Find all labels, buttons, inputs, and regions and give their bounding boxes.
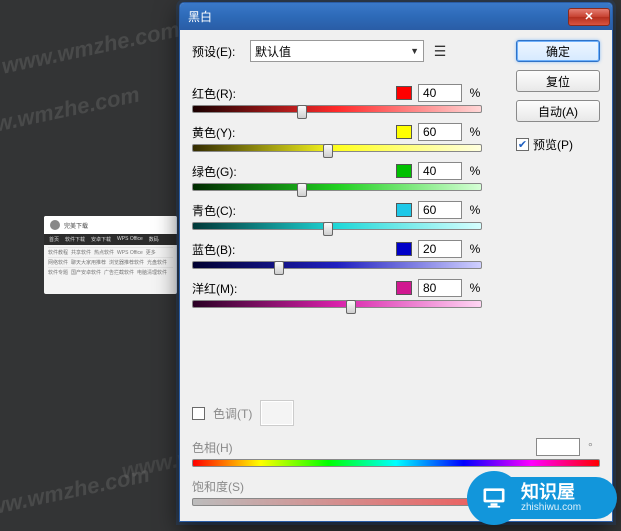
color-row-yellow: 黄色(Y):%: [192, 123, 482, 152]
badge-en: zhishiwu.com: [521, 501, 617, 514]
color-row-magenta: 洋红(M):%: [192, 279, 482, 308]
color-input-cyan[interactable]: [418, 201, 462, 219]
color-label-magenta: 洋红(M):: [192, 280, 390, 297]
color-slider-cyan[interactable]: [192, 222, 482, 230]
hue-input[interactable]: [536, 438, 580, 456]
percent-sign: %: [468, 86, 482, 100]
color-slider-blue[interactable]: [192, 261, 482, 269]
color-row-cyan: 青色(C):%: [192, 201, 482, 230]
percent-sign: %: [468, 164, 482, 178]
color-input-red[interactable]: [418, 84, 462, 102]
site-tab: 数码: [148, 236, 160, 243]
preset-select[interactable]: 默认值 ▼: [250, 40, 424, 62]
ok-button[interactable]: 确定: [516, 40, 600, 62]
slider-thumb-yellow[interactable]: [323, 144, 333, 158]
hue-slider[interactable]: [192, 459, 600, 467]
preview-checkbox[interactable]: ✔: [516, 138, 529, 151]
color-input-magenta[interactable]: [418, 279, 462, 297]
tint-checkbox[interactable]: ✔: [192, 407, 205, 420]
site-title: 完美下载: [64, 221, 88, 230]
percent-sign: %: [468, 203, 482, 217]
monitor-icon: ?: [479, 484, 509, 512]
percent-sign: %: [468, 125, 482, 139]
site-logo-icon: [50, 220, 60, 230]
dialog-title: 黑白: [188, 8, 212, 25]
color-label-green: 绿色(G):: [192, 163, 390, 180]
color-swatch-red: [396, 86, 412, 100]
site-row: 软件专题国产安卓软件广告拦截软件电脑清理软件: [48, 267, 173, 277]
color-swatch-green: [396, 164, 412, 178]
color-input-green[interactable]: [418, 162, 462, 180]
color-label-yellow: 黄色(Y):: [192, 124, 390, 141]
close-icon: ✕: [584, 10, 593, 23]
slider-thumb-green[interactable]: [297, 183, 307, 197]
black-white-dialog: 黑白 ✕ 预设(E): 默认值 ▼ ☰ 确定 复位 自动(A): [179, 2, 613, 522]
color-swatch-blue: [396, 242, 412, 256]
site-tab: 安卓下载: [90, 236, 112, 243]
percent-sign: %: [468, 281, 482, 295]
tint-color-swatch[interactable]: [260, 400, 294, 426]
color-label-cyan: 青色(C):: [192, 202, 390, 219]
color-swatch-magenta: [396, 281, 412, 295]
app-canvas: www.wmzhe.com www.wmzhe.com www.wmzhe.co…: [0, 0, 621, 531]
color-slider-magenta[interactable]: [192, 300, 482, 308]
site-row: 软件教程共享软件热点软件WPS Office更多: [48, 247, 173, 257]
watermark: www.wmzhe.com: [0, 16, 182, 79]
color-label-red: 红色(R):: [192, 85, 390, 102]
slider-thumb-red[interactable]: [297, 105, 307, 119]
preset-options-button[interactable]: ☰: [430, 41, 450, 61]
tint-label: 色调(T): [213, 405, 252, 422]
preset-label: 预设(E):: [192, 43, 244, 60]
titlebar[interactable]: 黑白 ✕: [180, 3, 612, 30]
site-tab: WPS Office: [116, 236, 144, 243]
watermark: www.wmzhe.com: [0, 461, 152, 524]
chevron-down-icon: ▼: [410, 46, 419, 56]
zhishiwu-badge: 知识屋 zhishiwu.com ?: [467, 467, 617, 527]
color-row-blue: 蓝色(B):%: [192, 240, 482, 269]
color-slider-red[interactable]: [192, 105, 482, 113]
site-tab: 软件下载: [64, 236, 86, 243]
hue-label: 色相(H): [192, 439, 528, 456]
color-swatch-cyan: [396, 203, 412, 217]
site-row: 网络软件聊天大家用推荐浏览器推荐软件光盘软件: [48, 257, 173, 267]
badge-cn: 知识屋: [521, 483, 617, 501]
dialog-body: 预设(E): 默认值 ▼ ☰ 确定 复位 自动(A) ✔ 预览(P): [180, 30, 612, 521]
site-tabs: 首页 软件下载 安卓下载 WPS Office 数码: [44, 234, 177, 245]
background-webpage: 完美下载 首页 软件下载 安卓下载 WPS Office 数码 软件教程共享软件…: [44, 216, 177, 294]
watermark: www.wmzhe.com: [0, 81, 142, 144]
color-sliders: 红色(R):%黄色(Y):%绿色(G):%青色(C):%蓝色(B):%洋红(M)…: [192, 84, 482, 318]
color-row-red: 红色(R):%: [192, 84, 482, 113]
color-swatch-yellow: [396, 125, 412, 139]
site-tab: 首页: [48, 236, 60, 243]
reset-button[interactable]: 复位: [516, 70, 600, 92]
auto-button[interactable]: 自动(A): [516, 100, 600, 122]
svg-text:?: ?: [491, 491, 496, 501]
slider-thumb-blue[interactable]: [274, 261, 284, 275]
color-row-green: 绿色(G):%: [192, 162, 482, 191]
color-input-blue[interactable]: [418, 240, 462, 258]
color-label-blue: 蓝色(B):: [192, 241, 390, 258]
close-button[interactable]: ✕: [568, 8, 610, 26]
color-input-yellow[interactable]: [418, 123, 462, 141]
preset-value: 默认值: [255, 43, 291, 60]
menu-icon: ☰: [434, 43, 447, 60]
preview-label: 预览(P): [533, 136, 573, 153]
color-slider-green[interactable]: [192, 183, 482, 191]
slider-thumb-magenta[interactable]: [346, 300, 356, 314]
color-slider-yellow[interactable]: [192, 144, 482, 152]
slider-thumb-cyan[interactable]: [323, 222, 333, 236]
hue-unit: °: [588, 440, 600, 454]
percent-sign: %: [468, 242, 482, 256]
